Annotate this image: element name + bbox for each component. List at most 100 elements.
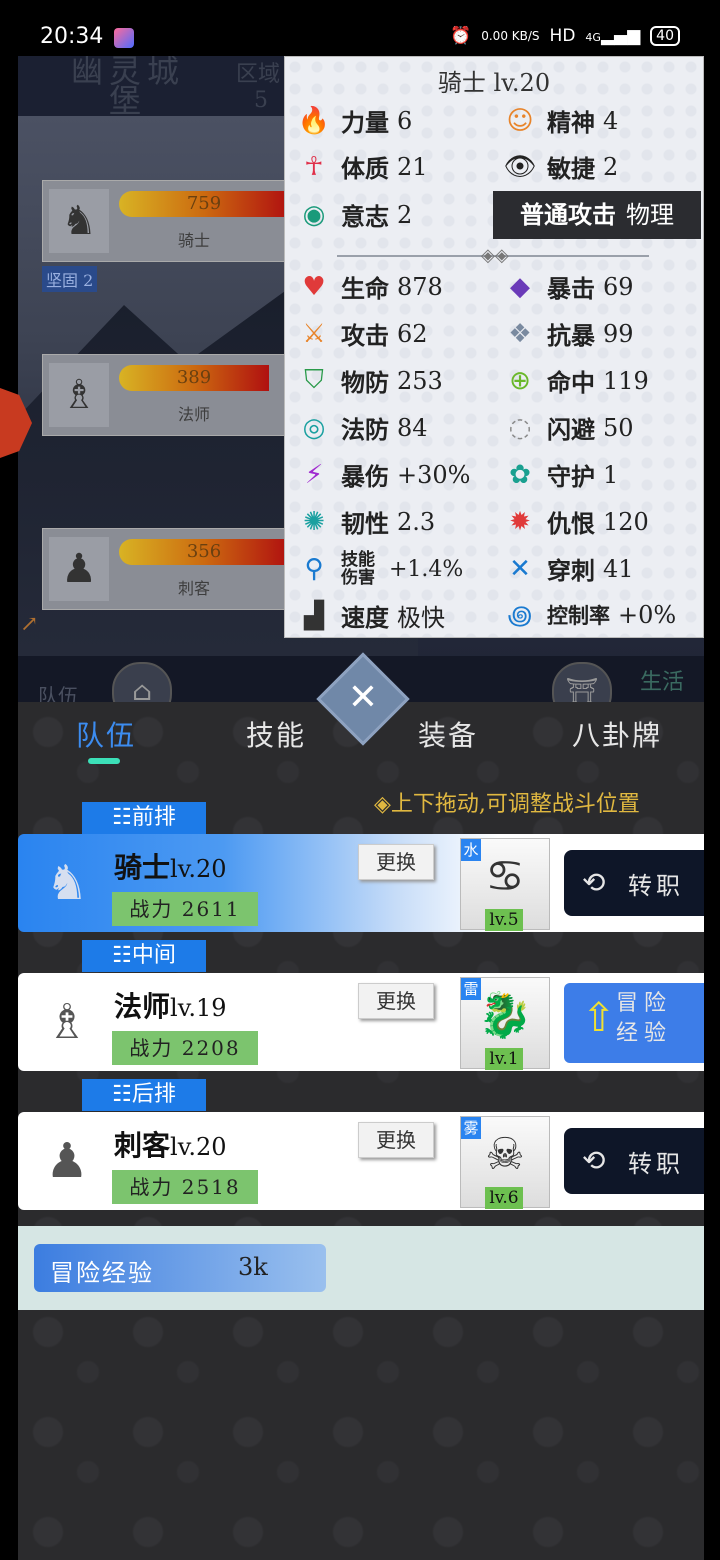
battle-unit-knight[interactable]: ♞ 759 骑士 bbox=[42, 180, 294, 262]
pierce-icon: ✕ bbox=[509, 553, 531, 584]
control-icon: ꩜ bbox=[507, 601, 533, 631]
stat-value: 62 bbox=[397, 319, 428, 348]
tab-skills[interactable]: 技能 bbox=[246, 714, 306, 754]
popup-title: 骑士 lv.20 bbox=[437, 69, 551, 97]
eye-icon: 👁 bbox=[503, 151, 537, 182]
tab-team[interactable]: 队伍 bbox=[76, 714, 136, 754]
tab-bagua-cards[interactable]: 八卦牌 bbox=[572, 714, 662, 754]
pet-level: lv.5 bbox=[485, 909, 523, 931]
stat-label: 攻击 bbox=[341, 321, 389, 350]
unit-name: 刺客 bbox=[177, 579, 210, 598]
row-label-front: ☷前排 bbox=[82, 802, 206, 834]
crab-icon: ♋ bbox=[485, 851, 525, 902]
stat-label: 技能伤害 bbox=[341, 550, 375, 588]
net-speed: 0.00 KB/S bbox=[481, 29, 540, 43]
pet-slot[interactable]: 雷 🐉 lv.1 bbox=[460, 977, 550, 1070]
hero-card-knight[interactable]: ♞ 骑士lv.20 战力 2611 更换 水 ♋ lv.5 ⟲ 转职 bbox=[18, 834, 704, 932]
class-change-button[interactable]: ⟲ 转职 bbox=[564, 1128, 704, 1194]
stat-value: +1.4% bbox=[389, 556, 464, 582]
hero-name: 刺客lv.20 bbox=[114, 1124, 227, 1164]
pet-level: lv.1 bbox=[485, 1048, 523, 1070]
hp-bar: 759 bbox=[119, 191, 289, 217]
stat-anti-crit: ❖ 抗暴 99 bbox=[503, 316, 633, 351]
hero-level: lv.19 bbox=[170, 994, 227, 1022]
knight-icon: ♞ bbox=[49, 189, 109, 253]
stat-value: 119 bbox=[603, 366, 649, 395]
sword-icon: ⚔ bbox=[302, 318, 326, 349]
hero-level: lv.20 bbox=[170, 855, 227, 883]
exp-label: 冒险经验 bbox=[50, 1259, 154, 1287]
attr-label: 力量 bbox=[341, 108, 389, 137]
stat-label: 法防 bbox=[341, 415, 389, 444]
close-icon: ✕ bbox=[347, 677, 379, 718]
stat-hatred: ✹ 仇恨 120 bbox=[503, 504, 649, 539]
attr-value: 2 bbox=[397, 200, 413, 229]
castle-button[interactable]: ⌂ bbox=[112, 662, 172, 702]
action-label: 转职 bbox=[628, 872, 684, 900]
attr-label: 意志 bbox=[341, 202, 389, 231]
hero-name-text: 骑士 bbox=[114, 851, 171, 884]
adventure-exp-button[interactable]: ⇧ 冒险经验 bbox=[564, 983, 704, 1063]
signal-icon: 4G▂▄▆ bbox=[585, 26, 641, 46]
stat-label: 抗暴 bbox=[547, 321, 595, 350]
pet-level: lv.6 bbox=[485, 1187, 523, 1209]
stat-attack: ⚔ 攻击 62 bbox=[297, 316, 428, 351]
will-icon: ◉ bbox=[302, 199, 326, 230]
buff-value: 2 bbox=[83, 271, 94, 290]
power-label: 战力 bbox=[129, 897, 174, 921]
dragon-icon: 🐉 bbox=[477, 990, 533, 1041]
anti-crit-icon: ❖ bbox=[508, 318, 532, 349]
action-label: 转职 bbox=[628, 1150, 684, 1178]
attack-type-value: 物理 bbox=[626, 201, 674, 229]
region-label: 区域 bbox=[236, 62, 281, 87]
stat-label: 闪避 bbox=[547, 415, 595, 444]
attr-value: 4 bbox=[603, 106, 619, 135]
stat-label: 命中 bbox=[547, 368, 595, 397]
knight-icon: ♞ bbox=[45, 855, 89, 911]
power-value: 2208 bbox=[181, 1036, 241, 1060]
stat-crit: ◆ 暴击 69 bbox=[503, 269, 634, 304]
gate-button[interactable]: ⛩ bbox=[552, 662, 612, 702]
transfer-icon: ⟲ bbox=[582, 1144, 606, 1177]
action-label: 冒险经验 bbox=[616, 991, 673, 1046]
hp-bar: 356 bbox=[119, 539, 289, 565]
stat-label: 生命 bbox=[341, 274, 389, 303]
pet-slot[interactable]: 雾 ☠ lv.6 bbox=[460, 1116, 550, 1209]
stat-hp: ♥ 生命 878 bbox=[297, 269, 442, 304]
swap-button[interactable]: 更换 bbox=[358, 983, 434, 1019]
attr-strength: 🔥 力量 6 bbox=[297, 103, 412, 138]
hd-indicator: HD bbox=[549, 26, 576, 46]
swap-button[interactable]: 更换 bbox=[358, 844, 434, 880]
attack-type-label: 普通攻击 bbox=[520, 200, 616, 229]
hero-card-assassin[interactable]: ♟ 刺客lv.20 战力 2518 更换 雾 ☠ lv.6 ⟲ 转职 bbox=[18, 1112, 704, 1210]
power-value: 2518 bbox=[181, 1175, 241, 1199]
attr-spirit: ☺ 精神 4 bbox=[503, 103, 618, 138]
stat-pierce: ✕ 穿刺 41 bbox=[503, 551, 633, 586]
hero-card-mage[interactable]: ♗ 法师lv.19 战力 2208 更换 雷 🐉 lv.1 ⇧ 冒险经验 bbox=[18, 973, 704, 1071]
attr-agility: 👁 敏捷 2 bbox=[503, 149, 618, 184]
pet-slot[interactable]: 水 ♋ lv.5 bbox=[460, 838, 550, 931]
stat-value: 84 bbox=[397, 413, 428, 442]
hero-stats-popup: 骑士 lv.20 🔥 力量 6 ☺ 精神 4 ☥ 体质 21 👁 敏捷 2 ◉ … bbox=[284, 56, 704, 638]
battle-unit-assassin[interactable]: ♟ 356 刺客 bbox=[42, 528, 294, 610]
mage-icon: ♗ bbox=[49, 363, 109, 427]
power-label: 战力 bbox=[129, 1175, 174, 1199]
stat-value: 120 bbox=[603, 507, 649, 536]
stat-value: 253 bbox=[397, 366, 443, 395]
stat-magic-def: ◎ 法防 84 bbox=[297, 410, 428, 445]
battle-unit-mage[interactable]: ♗ 389 法师 bbox=[42, 354, 294, 436]
attr-will: ◉ 意志 2 bbox=[297, 197, 413, 232]
tab-equipment[interactable]: 装备 bbox=[418, 714, 478, 754]
battery-icon: 40 bbox=[650, 26, 680, 46]
unit-name: 骑士 bbox=[177, 231, 210, 250]
life-label: 生活 bbox=[639, 670, 684, 695]
attr-label: 敏捷 bbox=[547, 154, 595, 183]
swap-button[interactable]: 更换 bbox=[358, 1122, 434, 1158]
app-notification-icon bbox=[114, 28, 134, 48]
buff-badge: 坚固 2 bbox=[42, 266, 98, 292]
class-change-button[interactable]: ⟲ 转职 bbox=[564, 850, 704, 916]
stat-toughness: ✺ 韧性 2.3 bbox=[297, 504, 435, 539]
stat-label: 物防 bbox=[341, 368, 389, 397]
stat-crit-dmg: ⚡ 暴伤 +30% bbox=[297, 457, 471, 492]
stat-phys-def: ⛉ 物防 253 bbox=[297, 363, 443, 398]
